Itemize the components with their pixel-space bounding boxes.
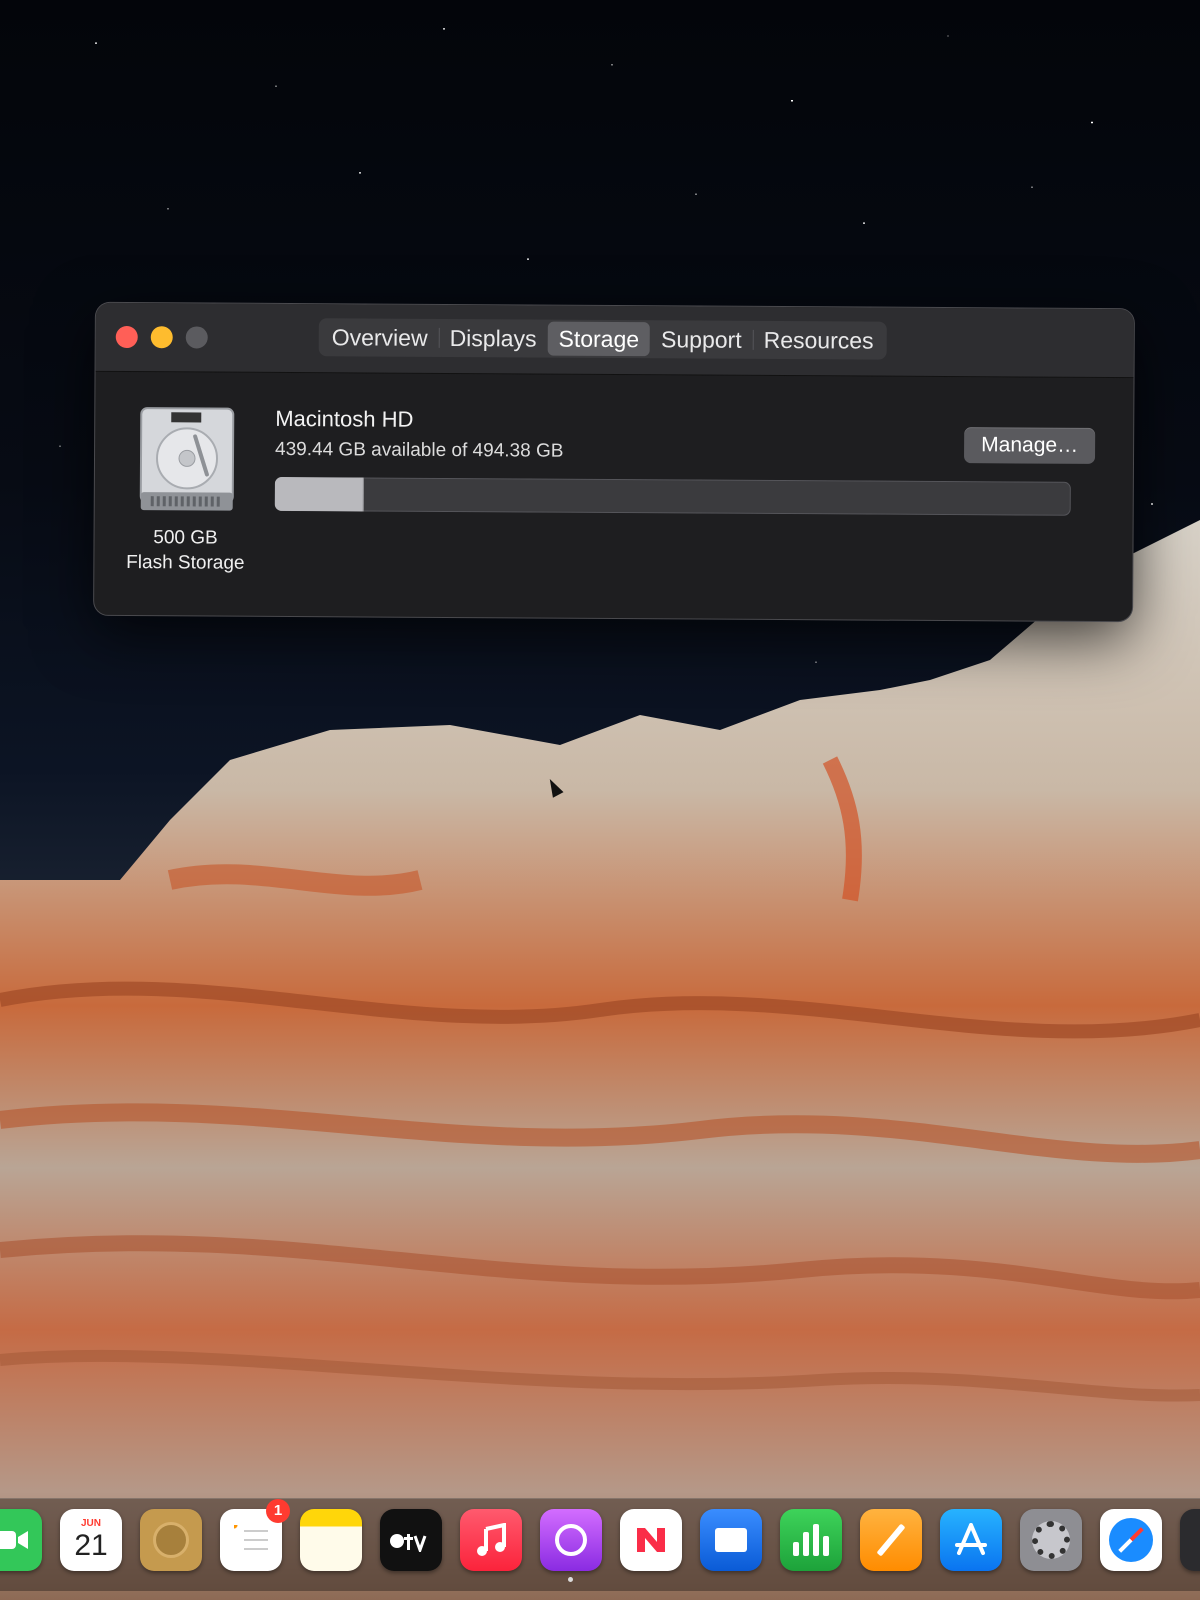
desktop (0, 0, 1200, 1600)
numbers-bars-icon (793, 1524, 829, 1556)
running-indicator (568, 1577, 573, 1582)
dock-app-partial-icon[interactable] (1180, 1509, 1200, 1571)
dock: JUN 21 1 (0, 1498, 1200, 1591)
news-icon[interactable] (620, 1509, 682, 1571)
close-button[interactable] (115, 325, 138, 349)
podcasts-icon[interactable] (540, 1509, 602, 1582)
notes-icon[interactable] (300, 1509, 362, 1571)
pages-icon[interactable] (860, 1509, 922, 1571)
storage-usage-fill (274, 476, 365, 512)
keynote-icon[interactable] (700, 1509, 762, 1571)
numbers-icon[interactable] (780, 1509, 842, 1571)
volume-name: Macintosh HD (275, 405, 414, 432)
contacts-head-icon (153, 1522, 189, 1558)
compass-icon (1109, 1518, 1153, 1562)
safari-icon[interactable] (1100, 1509, 1162, 1571)
contacts-icon[interactable] (140, 1509, 202, 1571)
wallpaper-rock-formation (0, 520, 1200, 1600)
zoom-button (185, 326, 208, 349)
tab-resources[interactable]: Resources (753, 323, 885, 358)
music-icon[interactable] (460, 1509, 522, 1571)
disk-capacity-label: 500 GB (153, 527, 218, 549)
disk-type-label: Flash Storage (126, 552, 245, 574)
window-titlebar[interactable]: Overview Displays Storage Support Resour… (95, 302, 1134, 379)
apple-tv-icon[interactable] (380, 1509, 442, 1571)
facetime-icon[interactable] (0, 1509, 42, 1571)
tab-overview[interactable]: Overview (321, 320, 439, 355)
tab-bar: Overview Displays Storage Support Resour… (318, 318, 887, 360)
volume-available-text: 439.44 GB available of 494.38 GB (275, 438, 564, 462)
tab-storage[interactable]: Storage (547, 321, 651, 357)
disk-caption: 500 GB Flash Storage (106, 525, 264, 576)
calendar-day: 21 (74, 1529, 108, 1562)
gear-icon (1032, 1521, 1070, 1559)
reminders-badge: 1 (266, 1499, 290, 1523)
tab-displays[interactable]: Displays (439, 321, 548, 356)
storage-usage-bar (274, 476, 1071, 516)
manage-button[interactable]: Manage… (964, 427, 1096, 464)
dock-icons: JUN 21 1 (0, 1499, 1200, 1582)
reminders-lines-icon (234, 1525, 268, 1555)
app-store-icon[interactable] (940, 1509, 1002, 1571)
storage-panel: 500 GB Flash Storage Macintosh HD 439.44… (94, 372, 1133, 621)
tab-support[interactable]: Support (650, 322, 753, 357)
pages-pen-icon (876, 1523, 906, 1557)
about-this-mac-window: Overview Displays Storage Support Resour… (94, 302, 1134, 622)
podcasts-ring-icon (555, 1524, 587, 1556)
calendar-icon[interactable]: JUN 21 (60, 1509, 122, 1571)
reminders-icon[interactable]: 1 (220, 1499, 290, 1571)
window-controls (115, 325, 208, 349)
system-preferences-icon[interactable] (1020, 1509, 1082, 1571)
keynote-podium-icon (715, 1528, 747, 1552)
hard-drive-icon (139, 407, 235, 511)
minimize-button[interactable] (150, 326, 173, 349)
